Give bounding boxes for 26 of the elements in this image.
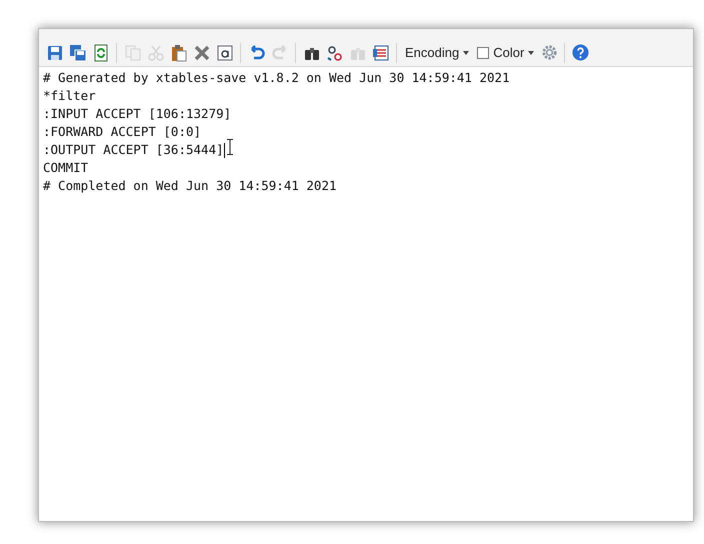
code-line: # Completed on Wed Jun 30 14:59:41 2021 [43,177,336,195]
clipboard-icon [170,44,188,62]
code-line: :INPUT ACCEPT [106:13279] [43,105,232,123]
color-dropdown[interactable]: Color [489,42,538,62]
save-icon [46,44,64,62]
code-line: COMMIT [43,159,88,177]
text-editor[interactable]: # Generated by xtables-save v1.8.2 on Wed Jun 30 14:59:41 2021 *filter :INPUT ACCEPT [106:13279] :FORWARD ACCEPT [0:0] :OUTPUT ACCEPT [36:5444] COMMIT # Completed on Wed Jun 30 14:59:41 2021 [39,67,693,521]
delete-icon [192,44,210,62]
caret-icon [463,50,470,54]
color-checkbox[interactable] [477,46,490,58]
settings-icon [540,44,558,61]
code-line: :FORWARD ACCEPT [0:0] [43,123,202,141]
text-box-icon [216,44,234,62]
help-icon [572,44,589,61]
copy-icon [124,44,142,62]
list-icon [372,44,390,62]
save-all-icon [68,44,86,62]
i-beam-pointer-icon [226,139,233,155]
reload-icon [92,44,110,62]
encoding-dropdown[interactable]: Encoding [401,42,474,62]
code-line: # Generated by xtables-save v1.8.2 on Wed Jun 30 14:59:41 2021 [43,69,510,87]
scissors-icon [146,44,164,62]
code-line: :OUTPUT ACCEPT [36:5444] [43,141,224,159]
code-line: *filter [43,87,96,105]
redo-icon [270,44,288,62]
caret-icon [528,50,534,54]
